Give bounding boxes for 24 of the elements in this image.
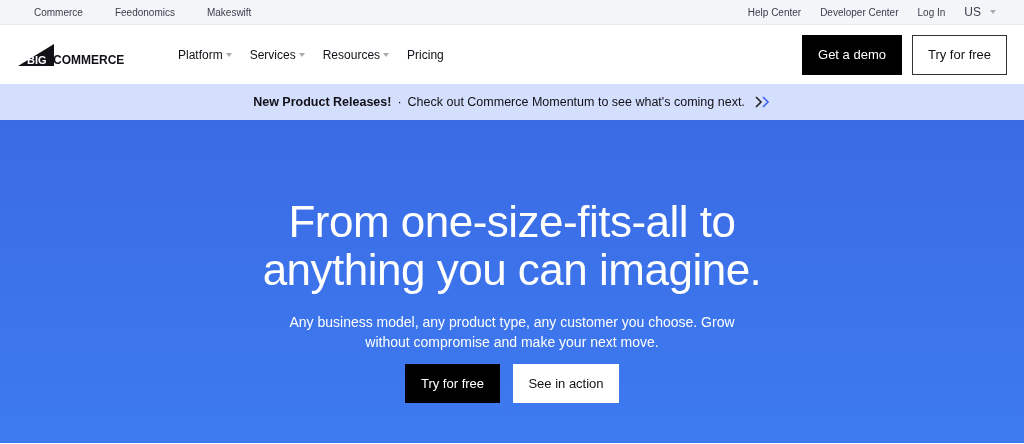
nav-menu-item[interactable]: Pricing (407, 47, 444, 62)
nav-menu-item[interactable]: Platform (178, 47, 232, 62)
region-label: US (964, 5, 981, 19)
announcement-headline: New Product Releases! (253, 95, 392, 109)
region-selector[interactable]: US (964, 5, 996, 19)
logo-wordmark[interactable]: COMMERCE (53, 53, 125, 66)
utility-link[interactable]: Help Center (747, 6, 802, 18)
double-chevron-icon[interactable] (754, 96, 771, 108)
utility-link[interactable]: Feedonomics (114, 6, 175, 18)
hero-subtitle: Any business model, any product type, any customer you choose. Grow without compromise and make your next move. (288, 313, 736, 352)
utility-link[interactable]: Developer Center (820, 6, 899, 18)
nav-button[interactable]: Try for free (912, 34, 1007, 75)
utility-link[interactable]: Makeswift (206, 6, 252, 18)
hero-button[interactable]: See in action (513, 364, 619, 403)
separator-dot: · (397, 95, 402, 109)
nav-button[interactable]: Get a demo (802, 34, 902, 75)
utility-link[interactable]: Log In (917, 6, 946, 18)
nav-menu-item[interactable]: Services (249, 47, 305, 62)
hero-button[interactable]: Try for free (405, 364, 500, 403)
caret-icon (990, 10, 996, 14)
hero-title: From one-size-fits-all to anything you can imagine. (261, 198, 763, 294)
utility-link[interactable]: Commerce (34, 6, 83, 18)
nav-menu-item[interactable]: Resources (322, 47, 390, 62)
announcement-link[interactable]: Check out Commerce Momentum to see what's coming next. (407, 95, 745, 109)
